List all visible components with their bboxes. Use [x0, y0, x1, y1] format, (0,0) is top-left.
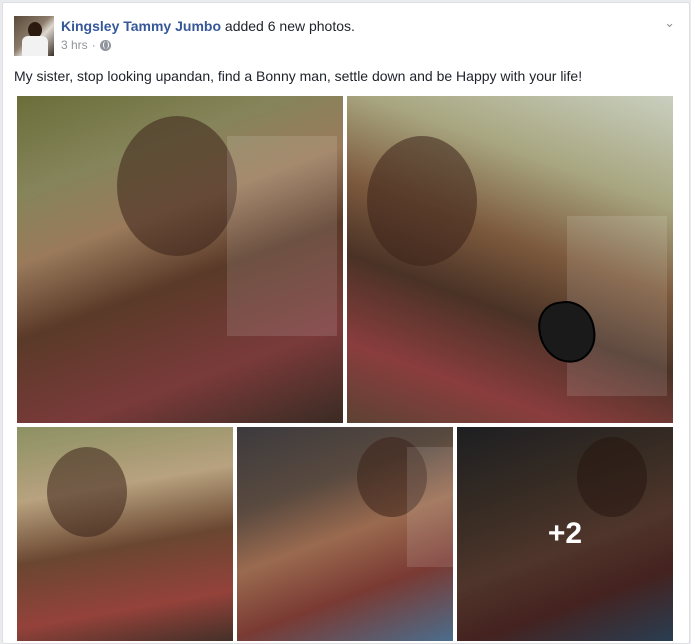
post-action-text: added 6 new photos.	[221, 18, 355, 34]
photo-2[interactable]	[347, 96, 673, 423]
meta-separator: ·	[91, 38, 96, 52]
post-meta: 3 hrs ·	[61, 38, 111, 52]
photo-3-subject	[47, 447, 127, 537]
post-header: Kingsley Tammy Jumbo added 6 new photos.	[61, 18, 355, 34]
avatar[interactable]	[14, 16, 54, 56]
feed-post: Kingsley Tammy Jumbo added 6 new photos.…	[2, 2, 690, 644]
photo-1-subject	[117, 116, 237, 256]
avatar-body	[22, 36, 48, 56]
photo-2-subject	[367, 136, 477, 266]
author-name-link[interactable]: Kingsley Tammy Jumbo	[61, 18, 221, 34]
photo-3[interactable]	[17, 427, 233, 641]
post-message: My sister, stop looking upandan, find a …	[14, 68, 583, 84]
photo-1[interactable]	[17, 96, 343, 423]
chevron-down-icon[interactable]: ⌄	[664, 15, 675, 31]
more-photos-count: +2	[547, 517, 583, 550]
timestamp-link[interactable]: 3 hrs	[61, 38, 88, 52]
globe-icon[interactable]	[99, 39, 111, 51]
more-photos-overlay[interactable]: +2	[457, 427, 673, 641]
photo-4-net	[407, 447, 453, 567]
photo-1-net	[227, 136, 337, 336]
photo-5[interactable]: +2	[457, 427, 673, 641]
photo-4[interactable]	[237, 427, 453, 641]
